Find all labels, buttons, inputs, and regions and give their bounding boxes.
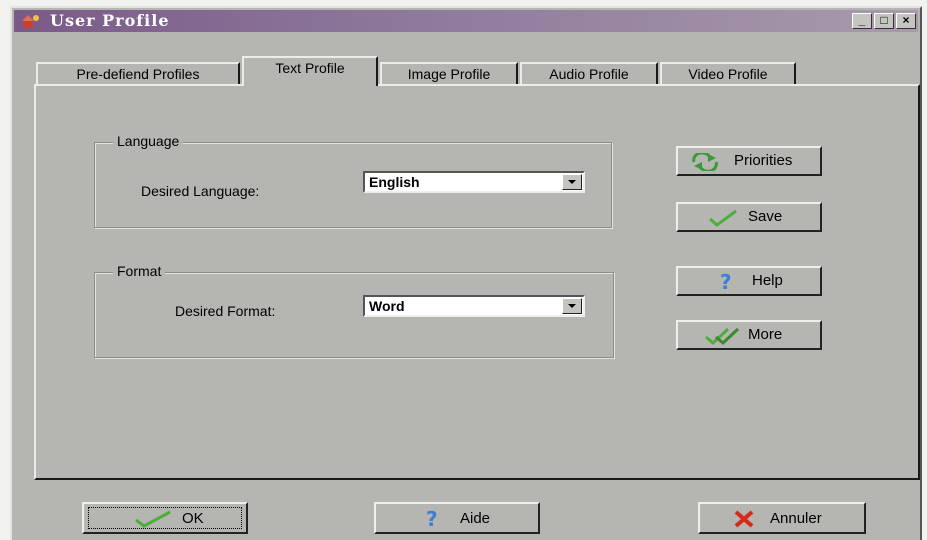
help-button[interactable]: ? Help [676,266,822,296]
tab-image-profile[interactable]: Image Profile [380,62,518,84]
tab-text-profile[interactable]: Text Profile [242,56,378,86]
ok-label: OK [182,510,204,527]
format-group: Format Desired Format: Word [94,263,614,358]
desired-format-label: Desired Format: [175,303,276,319]
question-mark-icon: ? [720,272,732,292]
double-checkmark-icon [705,327,740,346]
help-label: Help [752,272,783,289]
format-group-title: Format [113,263,166,279]
red-x-icon [734,510,754,528]
desired-language-select[interactable]: English [363,171,585,193]
tab-video-profile[interactable]: Video Profile [660,62,796,84]
svg-text:?: ? [426,509,438,529]
priorities-button[interactable]: Priorities [676,146,822,176]
checkmark-icon [709,209,737,227]
text-profile-panel: Language Desired Language: English Forma… [34,84,920,480]
desired-language-label: Desired Language: [141,183,260,199]
more-button[interactable]: More [676,320,822,350]
tab-predefined-profiles[interactable]: Pre-defiend Profiles [36,62,240,84]
window-title: User Profile [50,11,170,30]
tab-audio-profile[interactable]: Audio Profile [520,62,658,84]
aide-label: Aide [460,510,491,527]
maximize-button[interactable]: □ [874,13,894,29]
chevron-down-icon[interactable] [562,174,582,190]
user-profile-icon [22,15,39,28]
desired-format-select[interactable]: Word [363,295,585,317]
chevron-down-icon[interactable] [562,298,582,314]
refresh-arrows-icon [692,153,718,171]
desired-language-value: English [369,174,420,190]
language-group: Language Desired Language: English [94,133,612,228]
close-button[interactable]: × [896,13,916,29]
priorities-label: Priorities [734,152,793,169]
ok-button[interactable]: OK [82,502,248,534]
aide-button[interactable]: ? Aide [374,502,540,534]
save-button[interactable]: Save [676,202,822,232]
question-mark-icon: ? [426,509,438,529]
title-bar[interactable]: User Profile _ □ × [14,10,918,32]
minimize-button[interactable]: _ [852,13,872,29]
more-label: More [748,326,783,343]
checkmark-icon [135,510,171,528]
save-label: Save [748,208,783,225]
language-group-title: Language [113,133,184,149]
annuler-button[interactable]: Annuler [698,502,866,534]
user-profile-window: User Profile _ □ × Pre-defiend Profiles … [10,6,922,540]
annuler-label: Annuler [770,510,822,527]
svg-text:?: ? [720,272,732,292]
desired-format-value: Word [369,298,405,314]
